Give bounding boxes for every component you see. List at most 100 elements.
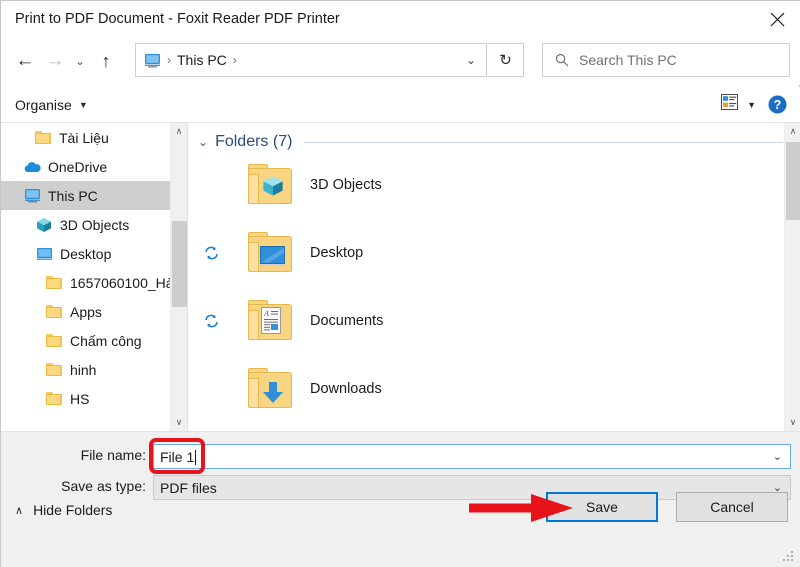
help-icon: ? xyxy=(768,95,787,114)
sidebar-item-label: 1657060100_Hà xyxy=(70,274,174,291)
navigation-pane: Tài Liệu OneDrive This PC 3D Objects Des… xyxy=(1,123,187,431)
hide-folders-button[interactable]: ∧ Hide Folders xyxy=(15,502,112,518)
this-pc-icon xyxy=(144,53,161,68)
chevron-down-icon: ⌄ xyxy=(198,135,209,149)
save-button[interactable]: Save xyxy=(546,492,658,522)
sidebar-item-label: Chấm công xyxy=(70,332,142,349)
sidebar-item-label: Desktop xyxy=(60,245,112,262)
search-icon xyxy=(555,53,569,67)
organise-label: Organise xyxy=(15,96,72,113)
search-placeholder: Search This PC xyxy=(579,52,677,68)
sidebar-item-hs[interactable]: HS xyxy=(1,384,187,413)
organise-button[interactable]: Organise ▼ xyxy=(15,97,88,113)
help-button[interactable]: ? xyxy=(768,95,787,114)
sync-icon xyxy=(204,314,219,329)
save-as-dialog: Print to PDF Document - Foxit Reader PDF… xyxy=(0,0,800,567)
sidebar-item-label: hinh xyxy=(70,361,97,378)
file-list-item-label: Desktop xyxy=(310,245,364,261)
file-list-item-desktop[interactable]: Desktop xyxy=(188,219,800,287)
breadcrumb-separator-1: › xyxy=(167,53,171,67)
sidebar-item-3d-objects[interactable]: 3D Objects xyxy=(1,210,187,239)
toolbar-right-group: ▼ ? xyxy=(721,94,787,115)
sidebar-item-hinh[interactable]: hinh xyxy=(1,355,187,384)
scroll-up-arrow-icon[interactable]: ∧ xyxy=(785,123,800,140)
sidebar-item-this-pc[interactable]: This PC xyxy=(1,181,187,210)
file-list-item-label: Documents xyxy=(310,313,384,329)
folder-icon xyxy=(45,361,63,379)
save-as-type-value: PDF files xyxy=(160,479,217,496)
onedrive-icon xyxy=(23,158,41,176)
folder-documents-icon: A xyxy=(246,298,296,344)
window-title: Print to PDF Document - Foxit Reader PDF… xyxy=(15,11,340,27)
save-as-type-label: Save as type: xyxy=(61,478,146,494)
scroll-up-arrow-icon[interactable]: ∧ xyxy=(171,123,187,140)
sidebar-item-tai-lieu[interactable]: Tài Liệu xyxy=(1,123,187,152)
sidebar-item-label: Tài Liệu xyxy=(59,129,109,146)
sidebar-item-label: This PC xyxy=(48,187,98,204)
scroll-down-arrow-icon[interactable]: ∨ xyxy=(171,414,187,431)
scroll-down-arrow-icon[interactable]: ∨ xyxy=(785,414,800,431)
hide-folders-label: Hide Folders xyxy=(33,502,113,518)
change-view-button[interactable]: ▼ xyxy=(721,94,756,115)
close-button[interactable] xyxy=(753,1,800,37)
desktop-icon xyxy=(35,245,53,263)
file-list-item-downloads[interactable]: Downloads xyxy=(188,355,800,423)
address-dropdown-icon[interactable]: ⌄ xyxy=(466,53,476,67)
file-name-input[interactable]: File 1 ⌄ xyxy=(153,444,791,469)
toolbar: Organise ▼ ▼ ? xyxy=(1,87,800,123)
sidebar-item-cham-cong[interactable]: Chấm công xyxy=(1,326,187,355)
3d-objects-icon xyxy=(35,216,53,234)
sidebar-item-label: OneDrive xyxy=(48,158,108,175)
file-list-pane: ⌄ Folders (7) 3D Objects Desktop A Docum… xyxy=(188,123,800,431)
sidebar-item-1657060100-ha[interactable]: 1657060100_Hà xyxy=(1,268,187,297)
folder-icon xyxy=(45,390,63,408)
breadcrumb-this-pc[interactable]: This PC xyxy=(177,52,227,68)
sidebar-item-label: 3D Objects xyxy=(60,216,130,233)
sidebar-item-desktop[interactable]: Desktop xyxy=(1,239,187,268)
this-pc-icon xyxy=(23,187,41,205)
sync-icon xyxy=(204,246,219,261)
file-name-label: File name: xyxy=(80,447,146,463)
chevron-up-icon: ∧ xyxy=(15,504,24,517)
file-name-value: File 1 xyxy=(160,448,197,465)
search-box[interactable]: Search This PC xyxy=(542,43,790,77)
view-layout-icon xyxy=(721,94,739,115)
folders-group-header[interactable]: ⌄ Folders (7) xyxy=(198,133,800,151)
sidebar-item-onedrive[interactable]: OneDrive xyxy=(1,152,187,181)
chevron-down-icon: ▼ xyxy=(78,99,88,110)
file-list-scroll-thumb[interactable] xyxy=(786,142,800,220)
folder-desktop-icon xyxy=(246,230,296,276)
sidebar-scroll-thumb[interactable] xyxy=(172,221,187,307)
title-bar: Print to PDF Document - Foxit Reader PDF… xyxy=(1,1,800,37)
folder-icon xyxy=(34,129,52,147)
folders-group-title: Folders (7) xyxy=(215,133,293,150)
chevron-down-icon[interactable]: ⌄ xyxy=(773,450,782,463)
file-list-scrollbar[interactable]: ∧ ∨ xyxy=(784,123,800,431)
file-list-item-label: 3D Objects xyxy=(310,177,382,193)
sidebar-item-apps[interactable]: Apps xyxy=(1,297,187,326)
text-caret xyxy=(195,449,197,465)
file-list-item-documents[interactable]: A Documents xyxy=(188,287,800,355)
folder-downloads-icon xyxy=(246,366,296,412)
recent-locations-button[interactable]: ⌄ xyxy=(71,46,89,76)
back-button[interactable]: ← xyxy=(12,46,38,76)
refresh-button[interactable]: ↻ xyxy=(488,43,524,77)
folder-icon xyxy=(45,274,63,292)
forward-button[interactable]: → xyxy=(42,46,68,76)
sidebar-item-label: Apps xyxy=(70,303,102,320)
breadcrumb-separator-2[interactable]: › xyxy=(233,53,237,67)
folder-icon xyxy=(45,332,63,350)
close-icon xyxy=(770,12,784,26)
sidebar-scrollbar[interactable]: ∧ ∨ xyxy=(170,123,187,431)
group-divider xyxy=(304,141,783,143)
file-list-item-3d-objects[interactable]: 3D Objects xyxy=(188,151,800,219)
resize-grip[interactable] xyxy=(783,551,795,563)
svg-text:?: ? xyxy=(774,98,782,112)
dialog-body: Tài Liệu OneDrive This PC 3D Objects Des… xyxy=(1,123,800,431)
up-button[interactable]: ↑ xyxy=(93,46,119,76)
folder-3d-objects-icon xyxy=(246,162,296,208)
address-bar[interactable]: › This PC › ⌄ xyxy=(135,43,487,77)
svg-text:A: A xyxy=(263,309,269,318)
cancel-button[interactable]: Cancel xyxy=(676,492,788,522)
file-list-item-label: Downloads xyxy=(310,381,382,397)
